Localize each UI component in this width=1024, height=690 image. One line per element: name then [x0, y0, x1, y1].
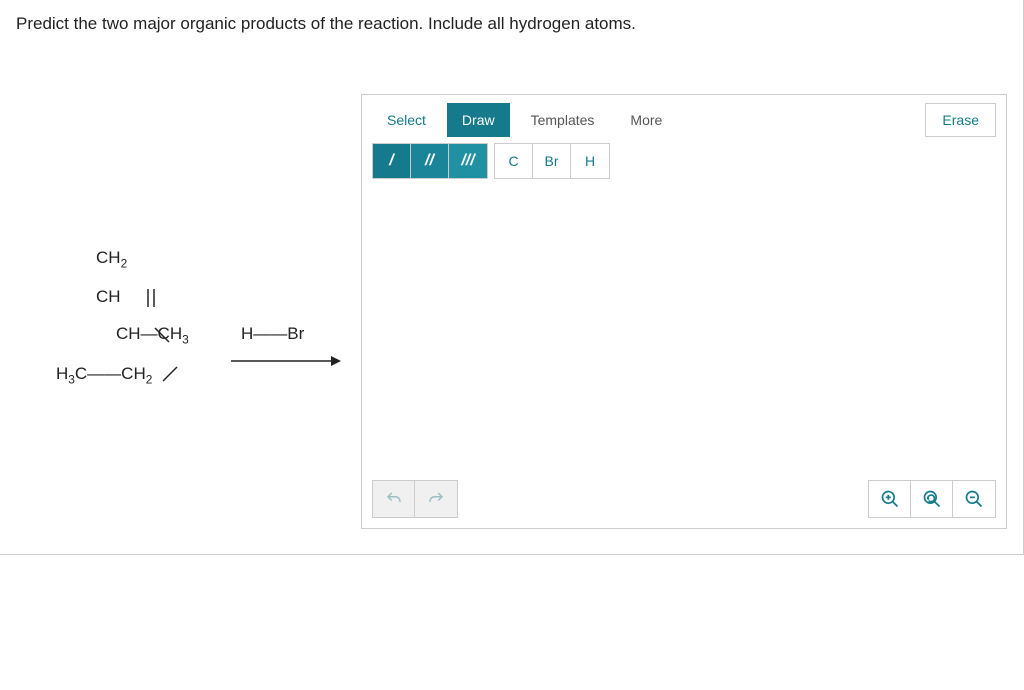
atom-label: CH—CH: [116, 324, 182, 343]
more-tab[interactable]: More: [615, 103, 677, 137]
draw-tab[interactable]: Draw: [447, 103, 510, 137]
bottom-toolbar: [372, 480, 996, 518]
zoom-group: [868, 480, 996, 518]
bond-tool-group: / // ///: [372, 143, 488, 179]
templates-tab[interactable]: Templates: [516, 103, 610, 137]
zoom-reset-icon: [922, 489, 942, 509]
atom-tool-group: C Br H: [494, 143, 610, 179]
triple-bond-tool[interactable]: ///: [449, 144, 487, 178]
atom-label: CH: [96, 248, 121, 267]
zoom-in-icon: [880, 489, 900, 509]
single-bond-tool[interactable]: /: [373, 144, 411, 178]
content-row: CH2 CH CH—CH3 H3C——CH2 H——Br: [16, 94, 1007, 529]
double-bond-vertical: [145, 289, 157, 307]
drawing-editor: Select Draw Templates More Erase / // //…: [361, 94, 1007, 529]
question-container: Predict the two major organic products o…: [0, 0, 1024, 555]
zoom-out-icon: [964, 489, 984, 509]
double-bond-tool[interactable]: //: [411, 144, 449, 178]
single-bond-diag2: [161, 365, 179, 383]
reactant-structure: CH2 CH CH—CH3 H3C——CH2: [56, 249, 189, 386]
atom-label: CH: [96, 287, 121, 306]
zoom-reset-button[interactable]: [911, 481, 953, 517]
reagent-label: H——Br: [241, 324, 304, 344]
tool-toolbar: / // /// C Br H: [362, 141, 1006, 187]
select-tab[interactable]: Select: [372, 103, 441, 137]
erase-button[interactable]: Erase: [925, 103, 996, 137]
zoom-out-button[interactable]: [953, 481, 995, 517]
zoom-in-button[interactable]: [869, 481, 911, 517]
question-prompt: Predict the two major organic products o…: [16, 14, 1007, 34]
hydrogen-atom-tool[interactable]: H: [571, 144, 609, 178]
reaction-display: CH2 CH CH—CH3 H3C——CH2 H——Br: [16, 94, 361, 244]
redo-icon: [427, 490, 445, 508]
atom-label: H: [56, 364, 68, 383]
history-group: [372, 480, 458, 518]
undo-icon: [385, 490, 403, 508]
bromine-atom-tool[interactable]: Br: [533, 144, 571, 178]
undo-button[interactable]: [373, 481, 415, 517]
redo-button[interactable]: [415, 481, 457, 517]
carbon-atom-tool[interactable]: C: [495, 144, 533, 178]
reaction-arrow: [231, 354, 341, 368]
mode-toolbar: Select Draw Templates More Erase: [362, 95, 1006, 141]
atom-label: C——CH: [75, 364, 146, 383]
